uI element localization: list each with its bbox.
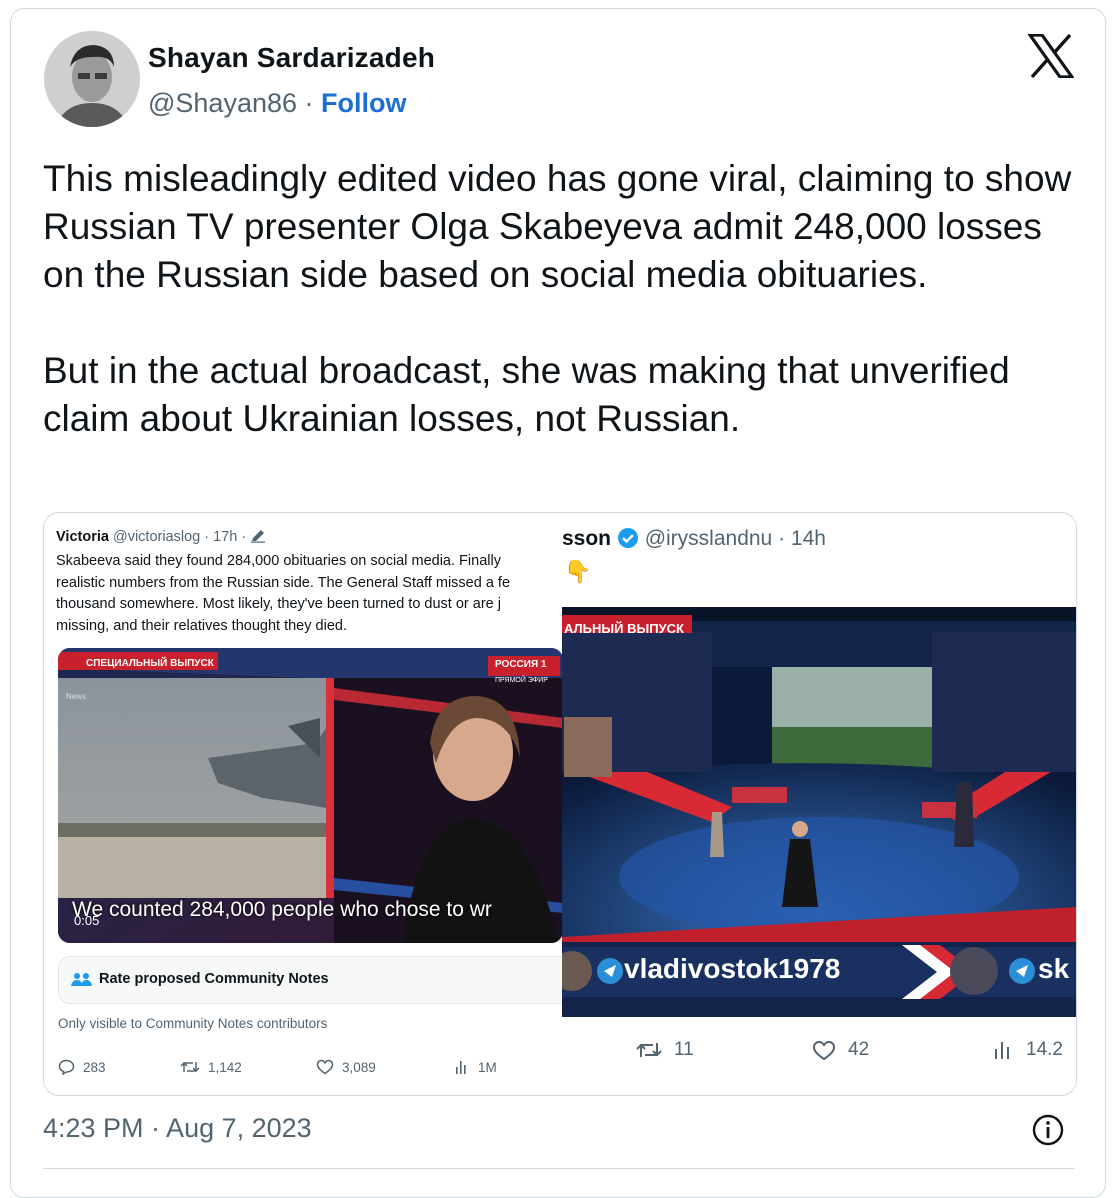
embed-reply-count: 283 [83,1059,106,1075]
embed-text-line: Skabeeva said they found 284,000 obituar… [56,553,501,569]
channel-number: 1 [540,659,547,670]
views-icon [456,1061,466,1074]
second-like-button[interactable]: 42 [812,1039,869,1061]
media-container[interactable]: Victoria @victoriaslog · 17h · Skabeeva … [43,512,1077,1096]
embed-video[interactable]: СПЕЦИАЛЬНЫЙ ВЫПУСК РОССИЯ 1 ПРЯМОЙ ЭФИР … [58,648,563,943]
pencil-icon [251,530,266,543]
second-views-count: 14.2 [1026,1039,1063,1060]
channel-name: РОССИЯ [495,659,539,670]
community-notes-visibility: Only visible to Community Notes contribu… [58,1016,328,1031]
avatar[interactable] [44,31,140,127]
pointing-down-emoji: 👇 [564,559,592,584]
follow-button[interactable]: Follow [321,88,406,118]
embed-action-bar: 283 1,142 3,089 1M [58,1059,563,1079]
studio-banner: АЛЬНЫЙ ВЫПУСК [564,621,684,636]
views-icon [995,1042,1009,1059]
embed-author-name: Victoria [56,529,109,545]
like-icon [316,1059,334,1075]
avatar-photo [44,31,140,127]
second-repost-button[interactable]: 11 [636,1039,694,1061]
community-notes-label: Rate proposed Community Notes [99,971,329,987]
embed-views-button[interactable]: 1M [454,1059,497,1075]
live-label: ПРЯМОЙ ЭФИР [495,677,548,684]
reply-icon [58,1059,75,1075]
embed-like-count: 3,089 [342,1059,376,1075]
video-timestamp: 0:05 [74,913,100,928]
tweet-paragraph-2: But in the actual broadcast, she was mak… [43,350,1010,439]
embed-author-meta: @victoriaslog · 17h · [112,529,247,545]
embed-repost-count: 1,142 [208,1059,242,1075]
info-icon[interactable] [1031,1113,1065,1147]
embed-author-row: Victoria @victoriaslog · 17h · [56,529,266,545]
community-notes-button[interactable]: Rate proposed Community Notes [58,956,575,1004]
embed-repost-button[interactable]: 1,142 [180,1059,242,1075]
second-embed-video[interactable]: АЛЬНЫЙ ВЫПУСК vladivostok1978 sk [562,607,1076,1017]
news-label: News [66,692,87,701]
repost-icon [636,1043,662,1057]
embed-text-line: thousand somewhere. Most likely, they've… [56,596,501,612]
repost-icon [180,1061,200,1073]
second-embed-author-name: sson [562,527,612,550]
embed-tweet-text: Skabeeva said they found 284,000 obituar… [56,551,596,637]
second-embed-author-meta: @irysslandnu · 14h [644,527,826,550]
tweet-timestamp[interactable]: 4:23 PM · Aug 7, 2023 [43,1113,312,1144]
embed-like-button[interactable]: 3,089 [316,1059,376,1075]
embedded-tweet-screenshot: Victoria @victoriaslog · 17h · Skabeeva … [44,513,575,1095]
community-icon [71,973,92,986]
author-handle-row: @Shayan86 · Follow [148,88,407,119]
video-banner: СПЕЦИАЛЬНЫЙ ВЫПУСК [86,658,214,669]
tweet-text: This misleadingly edited video has gone … [43,155,1083,443]
author-handle[interactable]: @Shayan86 [148,88,297,118]
embed-text-line: realistic numbers from the Russian side.… [56,574,511,591]
embed-views-count: 1M [478,1059,497,1075]
like-icon [812,1040,836,1060]
channel-logo: РОССИЯ 1 [495,659,546,670]
second-views-button[interactable]: 14.2 [992,1039,1063,1061]
second-repost-count: 11 [674,1039,694,1060]
ticker-handle-right: sk [1038,953,1070,984]
ticker-handle-left: vladivostok1978 [624,953,841,984]
embed-text-line: missing, and their relatives thought the… [56,617,347,634]
embed-reply-button[interactable]: 283 [58,1059,106,1075]
verified-icon [617,528,638,548]
author-name[interactable]: Shayan Sardarizadeh [148,42,435,74]
tweet-paragraph-1: This misleadingly edited video has gone … [43,158,1072,295]
second-embed-screenshot: sson @irysslandnu · 14h 👇 АЛЬНЫЙ ВЫПУСК … [562,513,1076,1095]
second-like-count: 42 [848,1039,870,1060]
video-subtitle: We counted 284,000 people who chose to w… [72,898,492,921]
divider [43,1168,1075,1169]
second-embed-action-bar: 11 42 14.2 [562,1039,1076,1065]
second-embed-author-row: sson @irysslandnu · 14h [562,527,826,551]
separator: · [297,88,322,118]
x-logo-icon[interactable] [1028,34,1074,78]
